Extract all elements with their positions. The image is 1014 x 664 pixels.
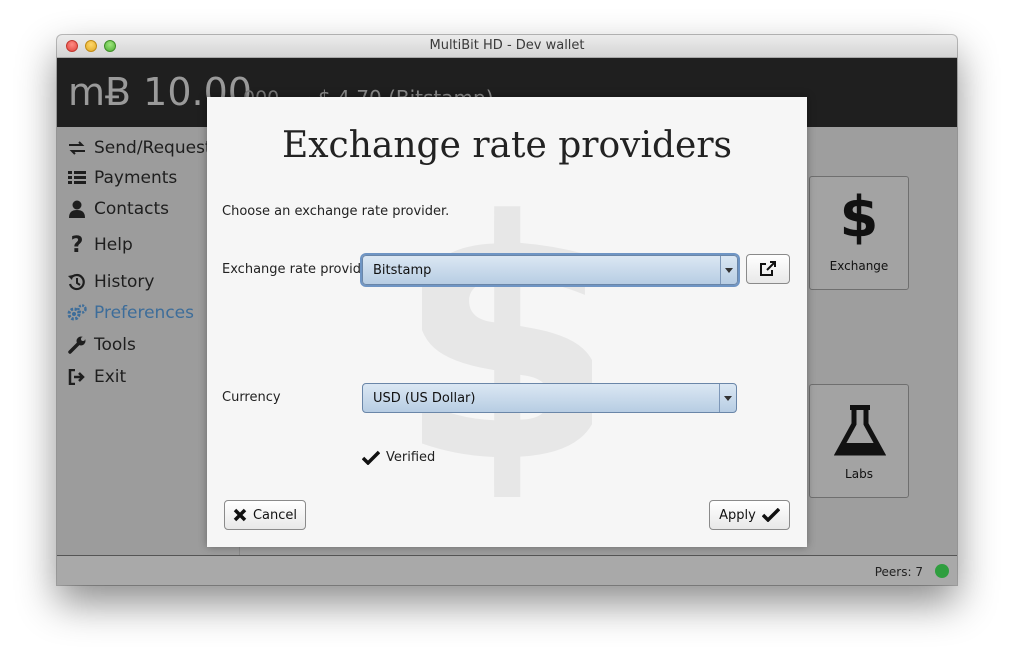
sidebar-item-preferences[interactable]: Preferences [67,301,194,325]
exchange-rate-dialog: $ Exchange rate providers Choose an exch… [207,97,807,547]
verified-status: Verified [362,450,435,465]
chevron-down-icon[interactable] [719,384,736,412]
sidebar-item-label: Help [94,235,133,255]
sidebar-item-label: Preferences [94,303,194,323]
cancel-button[interactable]: Cancel [224,500,306,530]
provider-label: Exchange rate provider [222,262,375,277]
provider-select[interactable]: Bitstamp [362,255,738,285]
flask-icon [833,405,887,462]
svg-text:$: $ [422,177,592,497]
sidebar-item-send-request[interactable]: Send/Request [67,136,212,160]
sidebar-item-label: Tools [94,335,136,355]
sidebar-item-tools[interactable]: Tools [67,333,136,357]
dollar-watermark-icon: $ [422,177,592,497]
apply-button[interactable]: Apply [709,500,790,530]
dialog-intro-text: Choose an exchange rate provider. [222,204,450,219]
sidebar-item-payments[interactable]: Payments [67,166,177,190]
sidebar-item-label: Payments [94,168,178,188]
dollar-icon: $ [839,185,879,250]
sidebar-item-exit[interactable]: Exit [67,365,126,389]
currency-select[interactable]: USD (US Dollar) [362,383,737,413]
gears-icon [67,303,87,323]
sidebar-item-history[interactable]: History [67,270,154,294]
sidebar-item-label: History [94,272,155,292]
title-bar[interactable]: MultiBit HD - Dev wallet [57,35,957,58]
chevron-down-icon[interactable] [720,256,737,284]
history-icon [67,272,87,292]
sidebar-item-label: Contacts [94,199,169,219]
sidebar-item-help[interactable]: ? Help [67,232,133,258]
sign-out-icon [67,367,87,387]
checkmark-icon [362,450,380,465]
wrench-icon [67,335,87,355]
status-bar: Peers: 7 [57,555,957,585]
network-status-indicator [935,564,949,578]
tile-label: Labs [845,467,873,481]
labs-tile[interactable]: Labs [809,384,909,498]
external-link-icon [760,261,776,276]
peers-count: Peers: 7 [874,565,923,579]
open-provider-website-button[interactable] [746,254,790,284]
window-title: MultiBit HD - Dev wallet [429,38,585,53]
exchange-tile[interactable]: $ Exchange [809,176,909,290]
transfer-arrows-icon [67,138,87,158]
cancel-button-label: Cancel [252,507,298,523]
sidebar-item-label: Send/Request [94,138,212,158]
currency-select-value: USD (US Dollar) [373,391,476,406]
apply-button-label: Apply [719,507,756,523]
checkmark-icon [761,508,780,522]
sidebar-item-contacts[interactable]: Contacts [67,197,169,221]
provider-select-value: Bitstamp [373,263,432,278]
list-icon [67,168,87,188]
verified-label: Verified [386,450,436,465]
user-icon [67,199,87,219]
dialog-title: Exchange rate providers [281,125,733,166]
tile-label: Exchange [829,259,889,273]
close-icon [233,508,247,522]
currency-label: Currency [222,390,281,405]
question-icon: ? [70,232,84,258]
sidebar-item-label: Exit [94,367,127,387]
